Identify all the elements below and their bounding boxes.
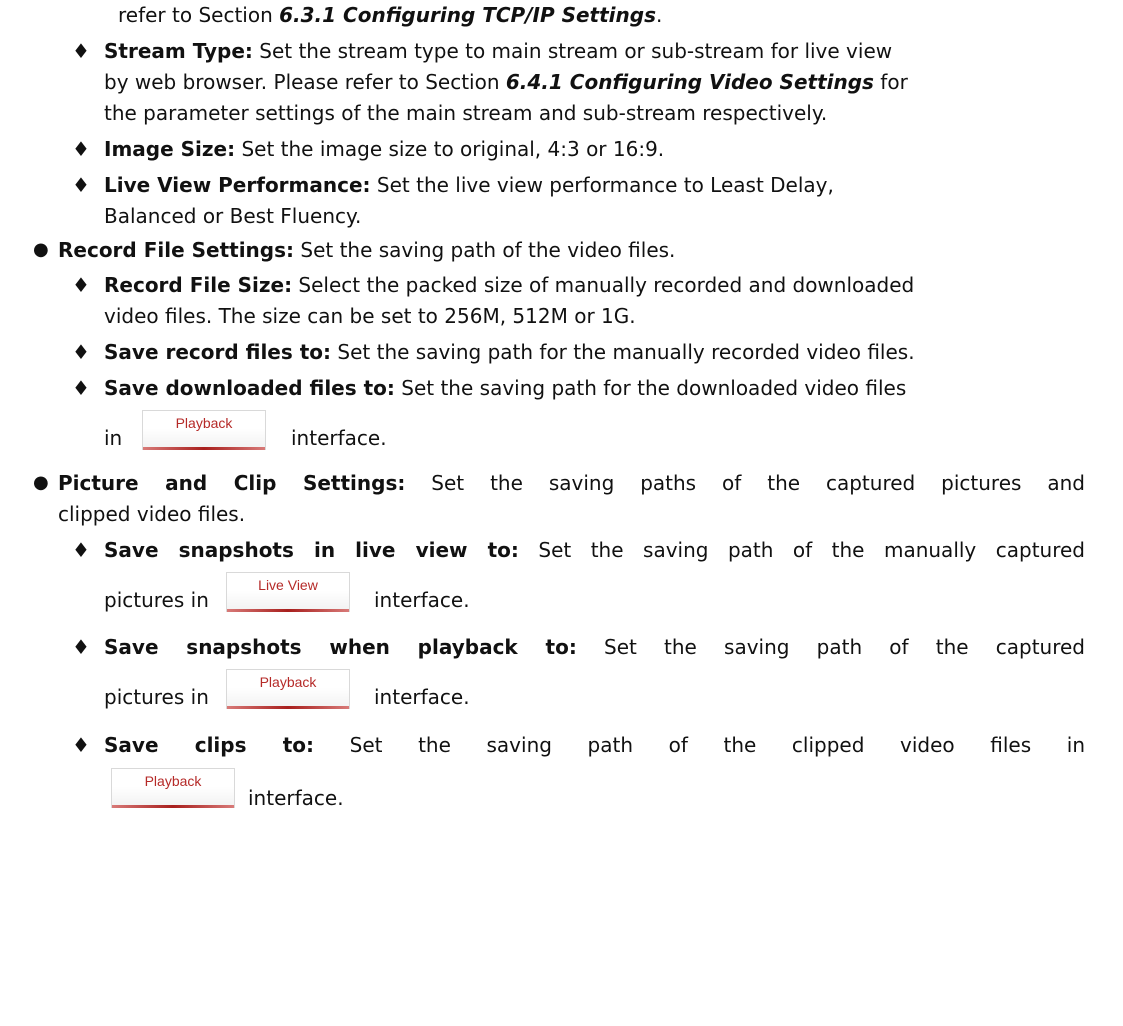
diamond-bullet-icon: ♦: [72, 376, 90, 400]
save-downloaded-label: Save downloaded files to:: [104, 376, 395, 400]
diamond-bullet-icon: ♦: [72, 340, 90, 364]
stream-type-line-1: Stream Type: Set the stream type to main…: [104, 36, 892, 66]
snap-playback-post: interface.: [374, 685, 470, 709]
diamond-bullet-icon: ♦: [72, 39, 90, 63]
snap-playback-line: Save snapshots when playback to: Set the…: [104, 632, 1085, 662]
save-record-text: Set the saving path for the manually rec…: [331, 340, 915, 364]
intro-suffix: .: [655, 3, 663, 27]
snap-live-text: Set the saving path of the manually capt…: [518, 538, 1085, 562]
snap-live-post: interface.: [374, 588, 470, 612]
live-view-tab-button[interactable]: Live View: [226, 572, 350, 612]
snap-live-pre: pictures in: [104, 588, 209, 612]
picture-clip-settings-line-2: clipped video files.: [58, 499, 245, 529]
stream-type-label: Stream Type:: [104, 39, 253, 63]
record-file-settings-label: Record File Settings:: [58, 238, 295, 262]
save-record-label: Save record files to:: [104, 340, 332, 364]
record-file-size-label: Record File Size:: [104, 273, 293, 297]
save-clips-label: Save clips to:: [104, 733, 315, 757]
record-file-size-text: Select the packed size of manually recor…: [292, 273, 915, 297]
save-downloaded-pre: in: [104, 426, 123, 450]
diamond-bullet-icon: ♦: [72, 538, 90, 562]
diamond-bullet-icon: ♦: [72, 137, 90, 161]
snap-playback-text: Set the saving path of the captured: [576, 635, 1086, 659]
snap-live-label: Save snapshots in live view to:: [104, 538, 519, 562]
save-record-line: Save record files to: Set the saving pat…: [104, 337, 915, 367]
picture-clip-settings-text-2: clipped video files.: [58, 502, 246, 526]
picture-clip-settings-text: Set the saving paths of the captured pic…: [405, 471, 1085, 495]
intro-prefix: refer to Section: [118, 3, 280, 27]
save-downloaded-line: Save downloaded files to: Set the saving…: [104, 373, 906, 403]
snap-playback-label: Save snapshots when playback to:: [104, 635, 577, 659]
record-file-size-text-2: video files. The size can be set to 256M…: [104, 304, 636, 328]
stream-type-text-3: the parameter settings of the main strea…: [104, 101, 828, 125]
save-clips-post: interface.: [248, 786, 344, 810]
section-reference: 6.4.1 Configuring Video Settings: [505, 70, 874, 94]
stream-type-text: Set the stream type to main stream or su…: [252, 39, 893, 63]
stream-type-line-3: the parameter settings of the main strea…: [104, 98, 827, 128]
section-reference: 6.3.1 Configuring TCP/IP Settings: [279, 3, 656, 27]
performance-line-1: Live View Performance: Set the live view…: [104, 170, 834, 200]
image-size-text: Set the image size to original, 4:3 or 1…: [235, 137, 665, 161]
stream-type-text-2a: by web browser. Please refer to Section: [104, 70, 506, 94]
record-file-settings-text: Set the saving path of the video files.: [294, 238, 676, 262]
picture-clip-settings-line-1: Picture and Clip Settings: Set the savin…: [58, 468, 1085, 498]
performance-text-2: Balanced or Best Fluency.: [104, 204, 362, 228]
playback-tab-button[interactable]: Playback: [226, 669, 350, 709]
round-bullet-icon: ●: [33, 472, 49, 493]
stream-type-text-2b: for: [873, 70, 908, 94]
stream-type-line-2: by web browser. Please refer to Section …: [104, 67, 908, 97]
diamond-bullet-icon: ♦: [72, 273, 90, 297]
record-file-settings-line: Record File Settings: Set the saving pat…: [58, 235, 675, 265]
performance-text: Set the live view performance to Least D…: [370, 173, 834, 197]
image-size-line: Image Size: Set the image size to origin…: [104, 134, 664, 164]
record-file-size-line-2: video files. The size can be set to 256M…: [104, 301, 636, 331]
round-bullet-icon: ●: [33, 239, 49, 260]
performance-label: Live View Performance:: [104, 173, 371, 197]
snap-playback-pre: pictures in: [104, 685, 209, 709]
diamond-bullet-icon: ♦: [72, 733, 90, 757]
save-clips-text: Set the saving path of the clipped video…: [314, 733, 1085, 757]
snap-live-line: Save snapshots in live view to: Set the …: [104, 535, 1085, 565]
save-downloaded-post: interface.: [291, 426, 387, 450]
image-size-label: Image Size:: [104, 137, 236, 161]
diamond-bullet-icon: ♦: [72, 635, 90, 659]
picture-clip-settings-label: Picture and Clip Settings:: [58, 471, 406, 495]
save-clips-line: Save clips to: Set the saving path of th…: [104, 730, 1085, 760]
playback-tab-button[interactable]: Playback: [111, 768, 235, 808]
playback-tab-button[interactable]: Playback: [142, 410, 266, 450]
diamond-bullet-icon: ♦: [72, 173, 90, 197]
save-downloaded-text: Set the saving path for the downloaded v…: [394, 376, 907, 400]
record-file-size-line-1: Record File Size: Select the packed size…: [104, 270, 914, 300]
performance-line-2: Balanced or Best Fluency.: [104, 201, 361, 231]
intro-line: refer to Section 6.3.1 Configuring TCP/I…: [118, 0, 662, 30]
